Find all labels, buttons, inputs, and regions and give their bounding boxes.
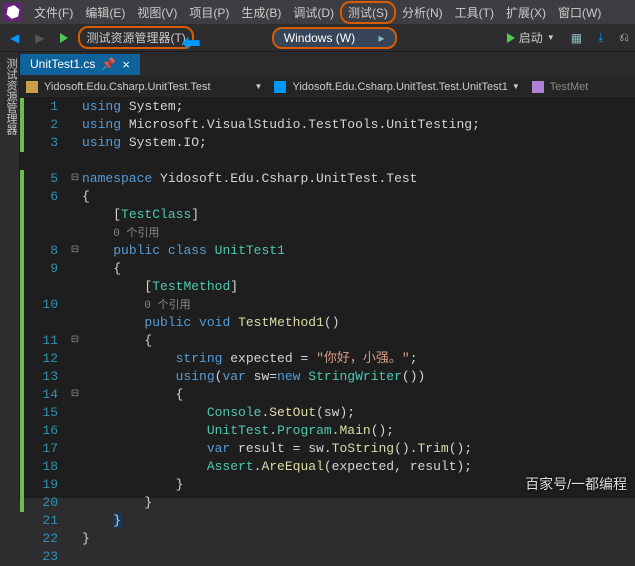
watermark: 百家号/一都编程 (525, 474, 627, 494)
menu-file[interactable]: 文件(F) (28, 1, 79, 24)
nav-back-button[interactable]: ◀ (4, 29, 25, 47)
vs-logo-icon (4, 3, 22, 21)
close-icon[interactable]: × (122, 57, 130, 72)
breadcrumb: Yidosoft.Edu.Csharp.UnitTest.Test ▼ Yido… (20, 76, 635, 98)
class-icon (274, 81, 286, 93)
chevron-down-icon: ▼ (512, 82, 520, 91)
start-label: 启动 (519, 29, 543, 46)
breadcrumb-label: Yidosoft.Edu.Csharp.UnitTest.Test (44, 81, 211, 93)
csharp-icon (26, 81, 38, 93)
chevron-down-icon: ▼ (547, 33, 555, 42)
code-content[interactable]: using System; using Microsoft.VisualStud… (82, 98, 635, 498)
breadcrumb-label: TestMet (550, 81, 589, 93)
tab-label: UnitTest1.cs (30, 57, 95, 71)
breadcrumb-project[interactable]: Yidosoft.Edu.Csharp.UnitTest.Test ▼ (20, 81, 268, 93)
nav-fwd-button[interactable]: ▶ (29, 29, 50, 47)
breadcrumb-label: Yidosoft.Edu.Csharp.UnitTest.Test.UnitTe… (292, 81, 507, 93)
menu-project[interactable]: 项目(P) (183, 1, 235, 24)
menu-build[interactable]: 生成(B) (235, 1, 287, 24)
pin-icon[interactable]: 📌 (101, 57, 116, 71)
toolbar-icon-2[interactable]: ⤓ (592, 28, 609, 47)
toolbar-icon-3[interactable]: ⎌ (613, 28, 635, 47)
line-gutter: 12356891011121314151617181920212223 (20, 98, 68, 498)
breadcrumb-namespace[interactable]: Yidosoft.Edu.Csharp.UnitTest.Test.UnitTe… (268, 81, 525, 93)
menu-extensions[interactable]: 扩展(X) (500, 1, 552, 24)
menu-test[interactable]: 测试(S) (340, 1, 396, 24)
menu-view[interactable]: 视图(V) (131, 1, 183, 24)
menu-bar: 文件(F) 编辑(E) 视图(V) 项目(P) 生成(B) 调试(D) 测试(S… (0, 0, 635, 24)
start-button[interactable]: 启动 ▼ (501, 27, 561, 48)
chevron-down-icon: ▼ (255, 82, 263, 91)
code-editor[interactable]: 12356891011121314151617181920212223 ⊟⊟⊟⊟… (20, 98, 635, 498)
menu-window[interactable]: 窗口(W) (552, 1, 607, 24)
editor-tabs: UnitTest1.cs 📌 × (20, 52, 635, 76)
menu-tools[interactable]: 工具(T) (449, 1, 500, 24)
menu-edit[interactable]: 编辑(E) (79, 1, 131, 24)
toolbar-icon-1[interactable]: ▦ (565, 29, 588, 47)
test-explorer-button[interactable]: 测试资源管理器(T) (78, 26, 193, 49)
menu-analyze[interactable]: 分析(N) (396, 1, 449, 24)
play-icon (60, 33, 68, 43)
method-icon (532, 81, 544, 93)
play-icon (507, 33, 515, 43)
toolbar: ◀ ▶ 测试资源管理器(T) Windows (W) ▸ 启动 ▼ ▦ ⤓ ⎌ (0, 24, 635, 52)
windows-dropdown[interactable]: Windows (W) ▸ (272, 27, 397, 49)
fold-column[interactable]: ⊟⊟⊟⊟ (68, 98, 82, 498)
tab-unittest1[interactable]: UnitTest1.cs 📌 × (20, 54, 140, 75)
menu-debug[interactable]: 调试(D) (287, 1, 340, 24)
breadcrumb-method[interactable]: TestMet (526, 81, 595, 93)
test-explorer-sidebar-tab[interactable]: 测试资源管理器 (0, 52, 20, 500)
run-button[interactable] (54, 31, 74, 45)
windows-label: Windows (W) (284, 31, 355, 45)
